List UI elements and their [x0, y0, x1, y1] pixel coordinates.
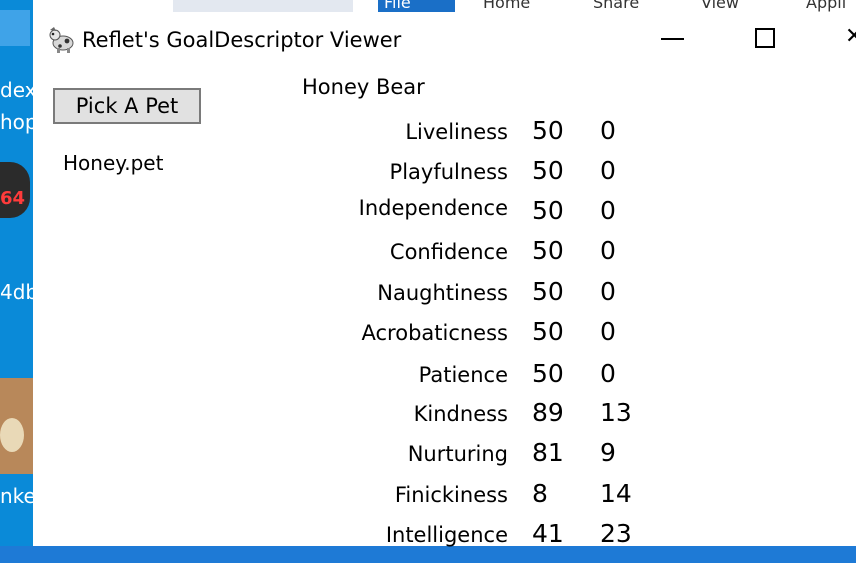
desktop-label[interactable]: dex [0, 78, 33, 102]
trait-row: Naughtiness 50 0 [33, 277, 856, 321]
trait-row: Finickiness 8 14 [33, 479, 856, 523]
background-explorer-window: File Home Share View Appli [33, 0, 856, 12]
trait-delta: 0 [600, 116, 616, 145]
trait-row: Confidence 50 0 [33, 236, 856, 280]
close-icon[interactable] [843, 24, 856, 54]
trait-value: 50 [532, 359, 564, 388]
trait-name: Independence [358, 196, 508, 220]
trait-delta: 23 [600, 519, 632, 548]
trait-delta: 0 [600, 236, 616, 265]
dog-app-icon [49, 27, 74, 53]
trait-row: Kindness 89 13 [33, 398, 856, 442]
trait-name: Confidence [389, 240, 508, 264]
trait-delta: 0 [600, 196, 616, 225]
trait-name: Naughtiness [377, 281, 508, 305]
trait-name: Acrobaticness [361, 321, 509, 345]
maximize-icon[interactable] [755, 24, 781, 54]
trait-row: Patience 50 0 [33, 359, 856, 403]
trait-row: Playfulness 50 0 [33, 156, 856, 200]
trait-delta: 0 [600, 317, 616, 346]
title-bar[interactable]: Reflet's GoalDescriptor Viewer [33, 12, 856, 64]
desktop-label[interactable]: nke [0, 484, 33, 508]
trait-delta: 0 [600, 277, 616, 306]
trait-value: 8 [532, 479, 548, 508]
desktop-app-icon[interactable] [0, 10, 30, 46]
trait-delta: 0 [600, 359, 616, 388]
trait-name: Patience [418, 363, 508, 387]
trait-delta: 14 [600, 479, 632, 508]
desktop-64bit-app-icon[interactable]: 64 [0, 162, 30, 218]
trait-delta: 0 [600, 156, 616, 185]
trait-name: Finickiness [394, 483, 508, 507]
trait-row: Nurturing 81 9 [33, 438, 856, 482]
trait-value: 89 [532, 398, 564, 427]
background-tab[interactable]: View [701, 0, 739, 12]
trait-name: Playfulness [389, 160, 508, 184]
trait-value: 50 [532, 156, 564, 185]
background-thumbnail-strip [173, 0, 353, 12]
background-file-tab[interactable]: File [378, 0, 455, 12]
trait-delta: 9 [600, 438, 616, 467]
trait-row: Independence 50 0 [33, 196, 856, 236]
trait-name: Intelligence [385, 523, 508, 547]
trait-value: 50 [532, 277, 564, 306]
background-tab[interactable]: Home [483, 0, 530, 12]
background-tab[interactable]: Appli [806, 0, 846, 12]
trait-row: Liveliness 50 0 [33, 116, 856, 160]
window-title: Reflet's GoalDescriptor Viewer [82, 28, 402, 52]
trait-value: 50 [532, 236, 564, 265]
background-tab[interactable]: Share [593, 0, 639, 12]
trait-row: Acrobaticness 50 0 [33, 317, 856, 361]
trait-name: Nurturing [407, 442, 508, 466]
minimize-icon[interactable] [661, 24, 689, 54]
desktop-strip: dex hop 64 4db nke [0, 0, 33, 546]
trait-value: 50 [532, 116, 564, 145]
desktop-badge: 64 [0, 188, 26, 209]
desktop-label[interactable]: hop [0, 110, 33, 134]
trait-value: 50 [532, 317, 564, 346]
trait-value: 81 [532, 438, 564, 467]
trait-delta: 13 [600, 398, 632, 427]
pick-a-pet-button[interactable]: Pick A Pet [53, 88, 201, 124]
desktop-label[interactable]: 4db [0, 280, 33, 304]
trait-value: 50 [532, 196, 564, 225]
trait-name: Kindness [413, 402, 508, 426]
viewer-window: Reflet's GoalDescriptor Viewer Pick A Pe… [33, 12, 856, 548]
trait-name: Liveliness [405, 120, 508, 144]
pet-name: Honey Bear [302, 75, 425, 99]
trait-value: 41 [532, 519, 564, 548]
desktop-monkey-icon[interactable] [0, 378, 33, 474]
trait-row: Intelligence 41 23 [33, 519, 856, 563]
